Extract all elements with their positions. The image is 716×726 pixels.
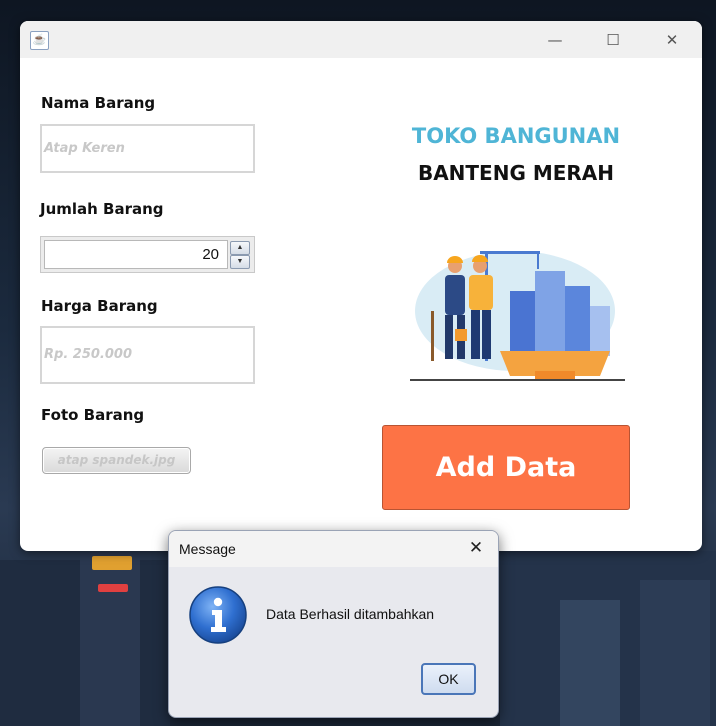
minimize-button[interactable]: —	[544, 29, 566, 51]
nama-barang-label: Nama Barang	[41, 94, 156, 112]
harga-barang-input[interactable]: Rp. 250.000	[40, 326, 255, 384]
jumlah-barang-label: Jumlah Barang	[40, 200, 164, 218]
main-window: ☕ — ☐ ✕ Nama Barang Atap Keren Jumlah Ba…	[20, 21, 702, 551]
spinner-down-icon[interactable]: ▼	[230, 255, 250, 269]
message-dialog: Message ✕ Data Berhasil ditambahkan OK	[168, 530, 499, 718]
nama-barang-input[interactable]: Atap Keren	[40, 124, 255, 173]
maximize-button[interactable]: ☐	[602, 29, 624, 51]
construction-workers-illustration	[410, 251, 625, 381]
title-bar[interactable]: ☕ — ☐ ✕	[20, 21, 702, 58]
dialog-message: Data Berhasil ditambahkan	[266, 606, 435, 622]
harga-barang-label: Harga Barang	[41, 297, 158, 315]
brand-title: TOKO BANGUNAN	[411, 124, 621, 148]
jumlah-barang-spinner[interactable]: 20 ▲ ▼	[40, 236, 255, 273]
dialog-title: Message	[179, 541, 236, 557]
jumlah-value[interactable]: 20	[44, 240, 228, 269]
ok-button[interactable]: OK	[421, 663, 476, 695]
dialog-title-bar[interactable]: Message ✕	[169, 531, 498, 567]
brand-subtitle: BANTENG MERAH	[417, 161, 615, 185]
spinner-up-icon[interactable]: ▲	[230, 241, 250, 255]
info-icon	[189, 586, 247, 644]
close-icon[interactable]: ✕	[465, 537, 487, 559]
add-data-button[interactable]: Add Data	[382, 425, 630, 510]
foto-barang-button[interactable]: atap spandek.jpg	[42, 447, 191, 474]
java-icon[interactable]: ☕	[30, 31, 49, 50]
close-button[interactable]: ✕	[661, 29, 683, 51]
foto-barang-label: Foto Barang	[41, 406, 145, 424]
